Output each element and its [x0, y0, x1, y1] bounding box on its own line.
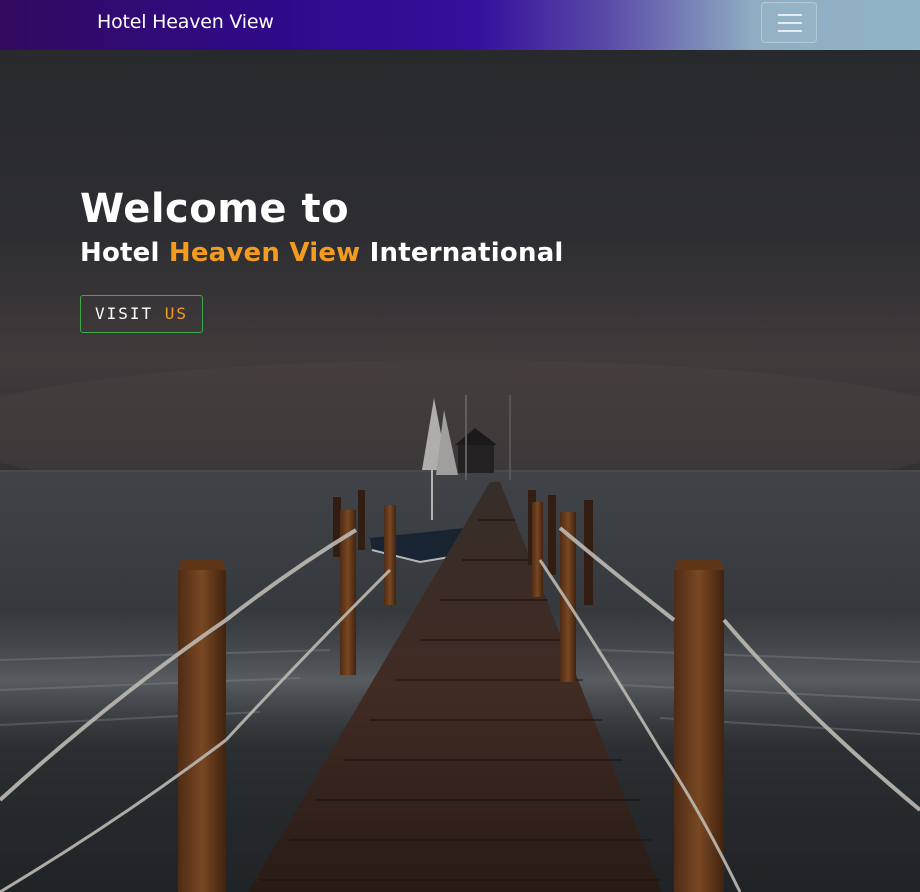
navbar: Hotel Heaven View — [0, 0, 920, 50]
pier-background-image — [0, 50, 920, 892]
hero-text: Welcome to Hotel Heaven View Internation… — [80, 185, 564, 333]
visit-us-button-highlight: US — [164, 304, 189, 323]
welcome-heading: Welcome to — [80, 186, 350, 232]
hotel-name-highlight: Heaven View — [168, 238, 361, 268]
visit-us-button-label: VISIT — [94, 304, 154, 323]
navbar-toggler-button[interactable] — [761, 2, 817, 43]
hotel-name-part2: International — [369, 238, 564, 268]
hotel-name-part1: Hotel — [80, 238, 160, 268]
visit-us-button[interactable]: VISIT US — [80, 295, 203, 333]
hotel-name-heading: Hotel Heaven View International — [80, 237, 564, 269]
hero-section: Welcome to Hotel Heaven View Internation… — [0, 50, 920, 892]
navbar-brand[interactable]: Hotel Heaven View — [97, 11, 274, 33]
